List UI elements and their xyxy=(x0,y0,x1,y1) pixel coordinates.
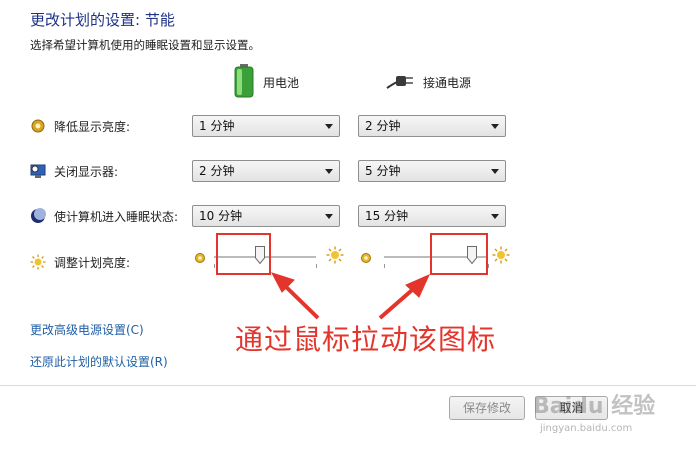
watermark-url: jingyan.baidu.com xyxy=(540,423,633,434)
annotation-text: 通过鼠标拉动该图标 xyxy=(235,323,497,356)
annotation-arrows xyxy=(270,272,430,320)
watermark-logo: Baidu 经验 xyxy=(533,394,656,419)
save-button[interactable]: 保存修改 xyxy=(449,396,525,420)
footer-divider xyxy=(0,385,696,386)
advanced-power-settings-link[interactable]: 更改高级电源设置(C) xyxy=(30,321,144,338)
restore-defaults-link[interactable]: 还原此计划的默认设置(R) xyxy=(30,353,168,370)
